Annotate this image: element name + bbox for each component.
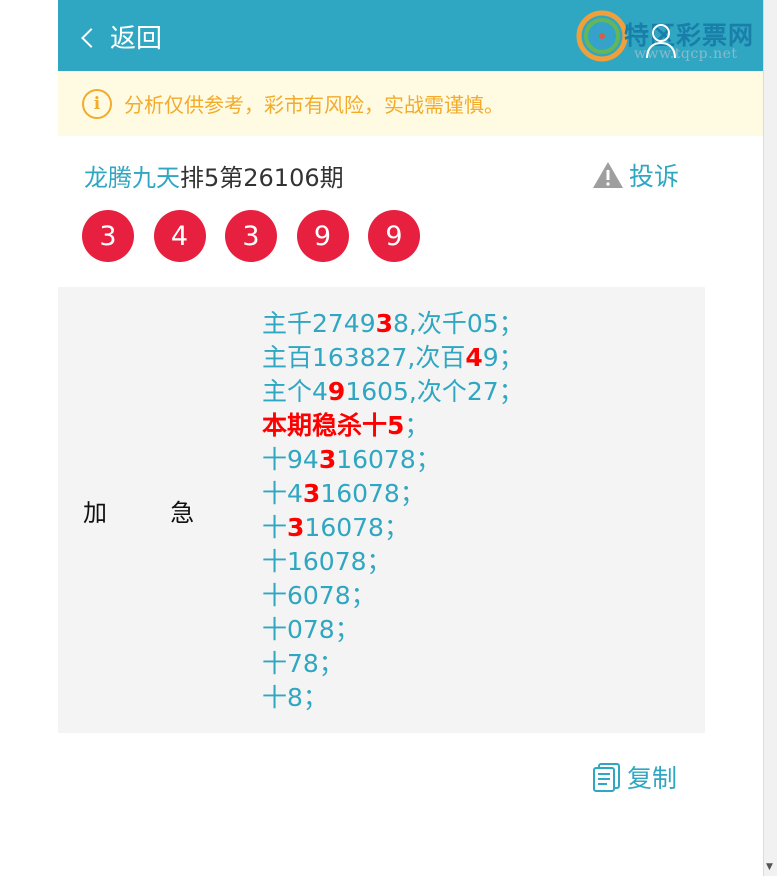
highlight-digit: 9 <box>327 377 346 406</box>
highlight-digit: 4 <box>465 343 483 372</box>
header-bar: 返回 特区彩票网 www.tqcp.net <box>58 0 763 71</box>
highlight-digit: 3 <box>302 479 321 508</box>
expert-name[interactable]: 龙腾九天 <box>84 164 180 192</box>
prediction-line: 十316078； <box>262 511 524 545</box>
draw-result-balls: 3 4 3 9 9 <box>82 210 440 262</box>
tag-char: 加 <box>83 499 107 527</box>
result-ball: 3 <box>225 210 277 262</box>
prediction-line: 十8； <box>262 681 524 715</box>
prediction-line: 十6078； <box>262 579 524 613</box>
back-button[interactable]: 返回 <box>81 18 163 55</box>
prediction-line: 主个491605,次个27； <box>262 375 524 409</box>
result-ball: 4 <box>153 210 206 262</box>
line-text: 十 <box>262 513 288 542</box>
line-text: 十6078； <box>262 581 376 610</box>
line-text: 十78； <box>262 649 344 678</box>
line-text: 十078； <box>262 615 360 644</box>
kill-line: 本期稳杀十5； <box>262 409 524 443</box>
copy-document-icon <box>593 763 620 792</box>
highlight-digit: 3 <box>287 513 305 542</box>
chevron-left-icon <box>81 27 101 48</box>
tag-char: 急 <box>170 499 195 527</box>
line-text: 8,次千05； <box>393 309 524 338</box>
logo-swirl-icon <box>576 10 628 62</box>
line-text: 十16078； <box>262 547 392 576</box>
line-text: 16078； <box>336 445 441 474</box>
prediction-line: 十078； <box>262 613 524 647</box>
info-icon: i <box>82 88 112 119</box>
line-text: 本期稳杀十5 <box>262 411 405 440</box>
prediction-line: 十4316078； <box>262 477 524 511</box>
issue-label: 排5第26106期 <box>180 164 344 192</box>
result-ball: 9 <box>368 210 420 262</box>
warning-icon <box>593 162 623 188</box>
risk-notice: i 分析仅供参考，彩市有风险，实战需谨慎。 <box>58 71 763 136</box>
line-text: 主千2749 <box>262 309 376 338</box>
scroll-down-arrow-icon[interactable]: ▼ <box>766 862 773 872</box>
prediction-line: 主千274938,次千05； <box>262 307 524 341</box>
line-text: 十4 <box>262 479 303 508</box>
complain-label: 投诉 <box>629 162 680 191</box>
urgent-tag: 加 急 <box>83 493 194 528</box>
prediction-line: 十16078； <box>262 545 524 579</box>
back-label: 返回 <box>110 24 163 54</box>
user-icon[interactable] <box>644 20 678 60</box>
line-text: 主百163827,次百 <box>262 343 466 372</box>
line-text: 主个4 <box>262 377 328 406</box>
complain-button[interactable]: 投诉 <box>591 157 679 193</box>
result-ball: 9 <box>296 210 349 262</box>
highlight-digit: 3 <box>375 309 394 338</box>
copy-button[interactable]: 复制 <box>591 759 677 795</box>
prediction-line: 十78； <box>262 647 524 681</box>
line-text: 十94 <box>262 445 319 474</box>
line-text: 16078； <box>304 513 409 542</box>
highlight-digit: 3 <box>318 445 337 474</box>
prediction-line: 主百163827,次百49； <box>262 341 524 375</box>
line-text: 9； <box>482 343 524 372</box>
line-text: ； <box>404 411 430 440</box>
page-backdrop <box>0 0 58 876</box>
app-window: 返回 特区彩票网 www.tqcp.net i 分析仅供参考，彩市有风险，实战需… <box>58 0 763 876</box>
prediction-line: 十94316078； <box>262 443 524 477</box>
copy-label: 复制 <box>627 764 678 793</box>
prediction-lines: 主千274938,次千05； 主百163827,次百49； 主个491605,次个2… <box>262 307 524 715</box>
scrollbar[interactable] <box>763 0 777 876</box>
line-text: 1605,次个27； <box>345 377 524 406</box>
line-text: 16078； <box>320 479 425 508</box>
line-text: 十8； <box>262 683 328 712</box>
result-ball: 3 <box>82 210 134 262</box>
notice-text: 分析仅供参考，彩市有风险，实战需谨慎。 <box>124 93 504 117</box>
prediction-content: 加 急 主千274938,次千05； 主百163827,次百49； 主个491605… <box>58 287 705 733</box>
